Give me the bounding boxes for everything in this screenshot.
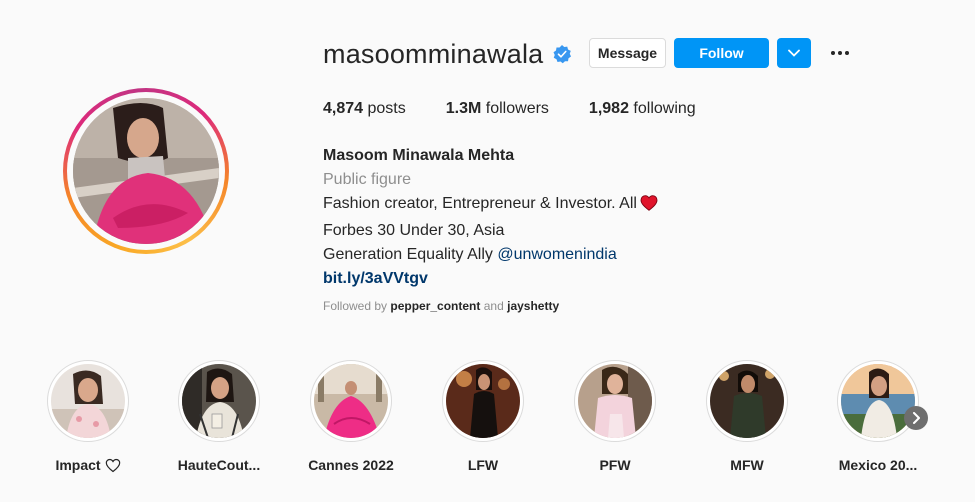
- full-name: Masoom Minawala Mehta: [323, 147, 515, 164]
- highlight-label: PFW: [560, 457, 670, 473]
- bio-line-1-text: Fashion creator, Entrepreneur & Investor…: [323, 195, 637, 212]
- highlight-item[interactable]: HauteCout...: [164, 360, 274, 473]
- followed-by-conjunction: and: [483, 299, 504, 313]
- chevron-down-icon: [788, 49, 800, 57]
- highlight-ring: [178, 360, 260, 442]
- highlight-cover: [182, 364, 256, 438]
- profile-stats: 4,874 posts 1.3M followers 1,982 followi…: [323, 100, 736, 118]
- message-button[interactable]: Message: [589, 38, 666, 68]
- highlight-cover: [710, 364, 784, 438]
- highlight-item[interactable]: Cannes 2022: [296, 360, 406, 473]
- highlight-cover: [841, 364, 915, 438]
- follow-button[interactable]: Follow: [674, 38, 769, 68]
- red-heart-icon: [640, 195, 658, 219]
- profile-bio: Masoom Minawala Mehta Public figure Fash…: [323, 144, 658, 291]
- highlight-label: LFW: [428, 457, 538, 473]
- followed-by[interactable]: Followed by pepper_content and jayshetty: [323, 299, 559, 313]
- following-label: following: [633, 100, 696, 117]
- website-link[interactable]: bit.ly/3aVVtgv: [323, 267, 658, 291]
- highlight-label: Impact: [33, 457, 143, 473]
- avatar-photo: [73, 98, 219, 244]
- more-dot-icon: [831, 51, 835, 55]
- highlights-next-button[interactable]: [904, 406, 928, 430]
- highlight-cover: [578, 364, 652, 438]
- chevron-right-icon: [913, 412, 920, 424]
- highlight-cover: [314, 364, 388, 438]
- username: masoomminawala: [323, 38, 544, 69]
- story-highlights: Impact HauteCout... Cannes 2022 LFW PFW …: [0, 360, 975, 480]
- profile-avatar[interactable]: [63, 88, 229, 254]
- highlight-label-text: LFW: [467, 457, 499, 473]
- more-dot-icon: [838, 51, 842, 55]
- highlight-ring: [706, 360, 788, 442]
- highlight-ring: [310, 360, 392, 442]
- highlight-item[interactable]: MFW: [692, 360, 802, 473]
- followers-value: 1.3M: [445, 100, 482, 117]
- highlight-item[interactable]: PFW: [560, 360, 670, 473]
- followers-label: followers: [485, 100, 549, 117]
- posts-label: posts: [367, 100, 406, 117]
- bio-line-3-text: Generation Equality Ally: [323, 246, 493, 263]
- highlight-item[interactable]: Impact: [33, 360, 143, 473]
- highlight-ring: [442, 360, 524, 442]
- highlight-label: Mexico 20...: [823, 457, 933, 473]
- highlight-label: MFW: [692, 457, 802, 473]
- highlight-item[interactable]: LFW: [428, 360, 538, 473]
- more-dot-icon: [845, 51, 849, 55]
- highlight-label: HauteCout...: [164, 457, 274, 473]
- category-label: Public figure: [323, 171, 412, 188]
- suggested-dropdown-button[interactable]: [777, 38, 811, 68]
- highlight-label-text: Impact: [55, 457, 101, 473]
- highlight-label-text: Mexico 20...: [838, 457, 918, 473]
- posts-count: 4,874 posts: [323, 100, 406, 118]
- highlight-label-text: PFW: [599, 457, 631, 473]
- bio-line-3: Generation Equality Ally @unwomenindia: [323, 243, 658, 267]
- following-link[interactable]: 1,982 following: [589, 100, 696, 118]
- posts-value: 4,874: [323, 100, 364, 117]
- highlight-cover: [51, 364, 125, 438]
- highlight-ring: [837, 360, 919, 442]
- highlight-label: Cannes 2022: [296, 457, 406, 473]
- bio-line-2: Forbes 30 Under 30, Asia: [323, 222, 505, 239]
- followed-by-user-2[interactable]: jayshetty: [507, 299, 559, 313]
- highlight-label-text: HauteCout...: [177, 457, 261, 473]
- followed-by-prefix: Followed by: [323, 299, 388, 313]
- heart-outline-icon: [105, 458, 120, 472]
- followers-link[interactable]: 1.3M followers: [446, 100, 549, 118]
- verified-badge-icon: [552, 44, 572, 64]
- more-options-button[interactable]: [827, 43, 853, 63]
- followed-by-user-1[interactable]: pepper_content: [390, 299, 480, 313]
- highlight-ring: [47, 360, 129, 442]
- bio-line-1: Fashion creator, Entrepreneur & Investor…: [323, 192, 658, 219]
- highlight-cover: [446, 364, 520, 438]
- following-value: 1,982: [588, 100, 629, 117]
- highlight-label-text: Cannes 2022: [308, 457, 394, 473]
- highlight-label-text: MFW: [730, 457, 764, 473]
- highlight-ring: [574, 360, 656, 442]
- username-row: masoomminawala: [323, 36, 572, 72]
- mention-link[interactable]: @unwomenindia: [497, 246, 616, 263]
